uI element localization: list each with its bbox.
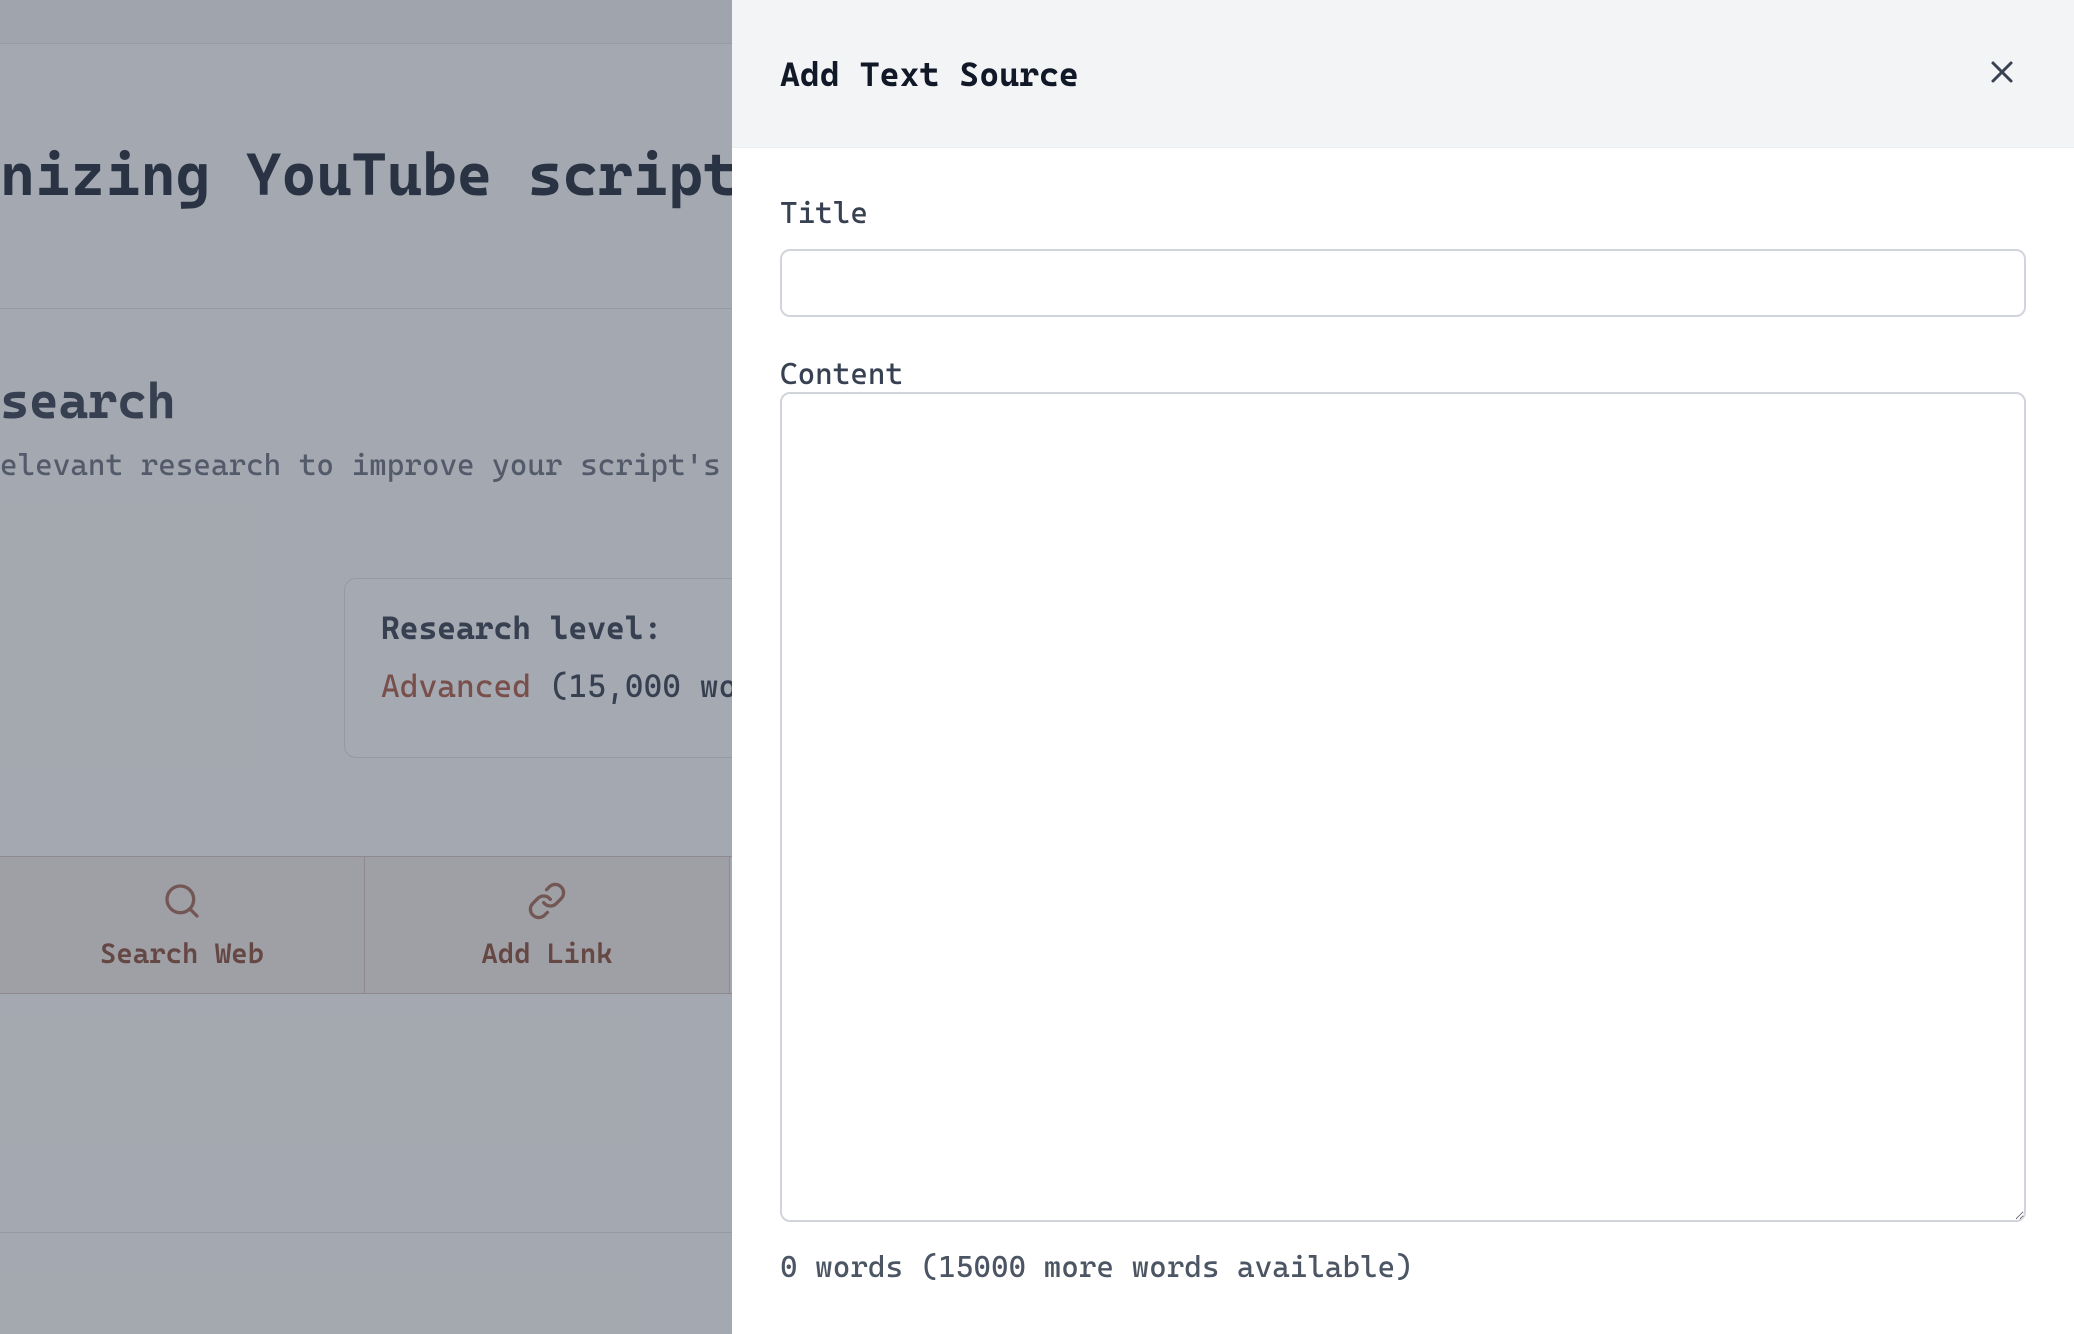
content-textarea[interactable] (780, 392, 2026, 1222)
panel-body: Title Content 0 words (15000 more words … (732, 148, 2074, 1285)
title-input[interactable] (780, 249, 2026, 317)
word-count-text: 0 words (15000 more words available) (780, 1250, 2026, 1285)
add-text-source-panel: Add Text Source Title Content 0 words (1… (732, 0, 2074, 1334)
title-label: Title (780, 196, 2026, 231)
content-section: Content 0 words (15000 more words availa… (780, 357, 2026, 1285)
content-label: Content (780, 357, 903, 392)
panel-header: Add Text Source (732, 0, 2074, 148)
panel-title: Add Text Source (780, 54, 1079, 94)
close-icon (1984, 54, 2020, 93)
close-button[interactable] (1978, 50, 2026, 98)
